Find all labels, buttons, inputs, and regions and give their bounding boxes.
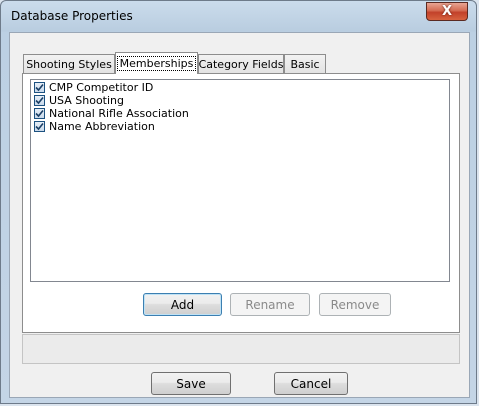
checkbox[interactable] xyxy=(34,81,45,93)
close-button[interactable]: X xyxy=(426,2,468,21)
list-item-label: CMP Competitor ID xyxy=(49,80,154,94)
checkmark-icon xyxy=(35,96,44,104)
tab-shooting-styles[interactable]: Shooting Styles xyxy=(23,54,115,73)
list-item-label: National Rifle Association xyxy=(49,106,189,120)
checkbox[interactable] xyxy=(34,94,45,106)
memberships-panel: CMP Competitor ID USA Shooting National … xyxy=(22,73,460,333)
checkbox[interactable] xyxy=(34,107,45,119)
dialog-client-area: Shooting Styles Memberships Category Fie… xyxy=(9,32,470,398)
checkbox[interactable] xyxy=(34,120,45,132)
list-item-label: Name Abbreviation xyxy=(49,119,155,133)
title-bar[interactable]: Database Properties X xyxy=(1,1,476,33)
tab-memberships[interactable]: Memberships xyxy=(115,52,198,74)
remove-button[interactable]: Remove xyxy=(319,293,391,316)
list-item-cmp-competitor-id[interactable]: CMP Competitor ID xyxy=(31,81,449,93)
database-properties-window: Database Properties X Shooting Styles Me… xyxy=(0,0,477,404)
tab-label: Basic xyxy=(290,57,320,71)
list-item-usa-shooting[interactable]: USA Shooting xyxy=(31,94,449,106)
list-item-name-abbreviation[interactable]: Name Abbreviation xyxy=(31,120,449,132)
tab-label: Shooting Styles xyxy=(26,57,112,71)
tab-category-fields[interactable]: Category Fields xyxy=(198,54,284,73)
window-title: Database Properties xyxy=(11,9,133,23)
status-box xyxy=(22,334,460,364)
cancel-button[interactable]: Cancel xyxy=(274,372,348,395)
tab-label: Category Fields xyxy=(198,57,284,71)
tab-label: Memberships xyxy=(116,56,197,71)
rename-button[interactable]: Rename xyxy=(230,293,310,316)
save-button[interactable]: Save xyxy=(151,372,231,395)
list-item-label: USA Shooting xyxy=(49,93,124,107)
checkmark-icon xyxy=(35,109,44,117)
checkmark-icon xyxy=(35,83,44,91)
list-item-national-rifle-association[interactable]: National Rifle Association xyxy=(31,107,449,119)
add-button[interactable]: Add xyxy=(143,293,222,316)
close-icon: X xyxy=(441,4,453,19)
memberships-checklist[interactable]: CMP Competitor ID USA Shooting National … xyxy=(30,79,450,282)
checkmark-icon xyxy=(35,122,44,130)
tab-basic[interactable]: Basic xyxy=(284,54,326,73)
